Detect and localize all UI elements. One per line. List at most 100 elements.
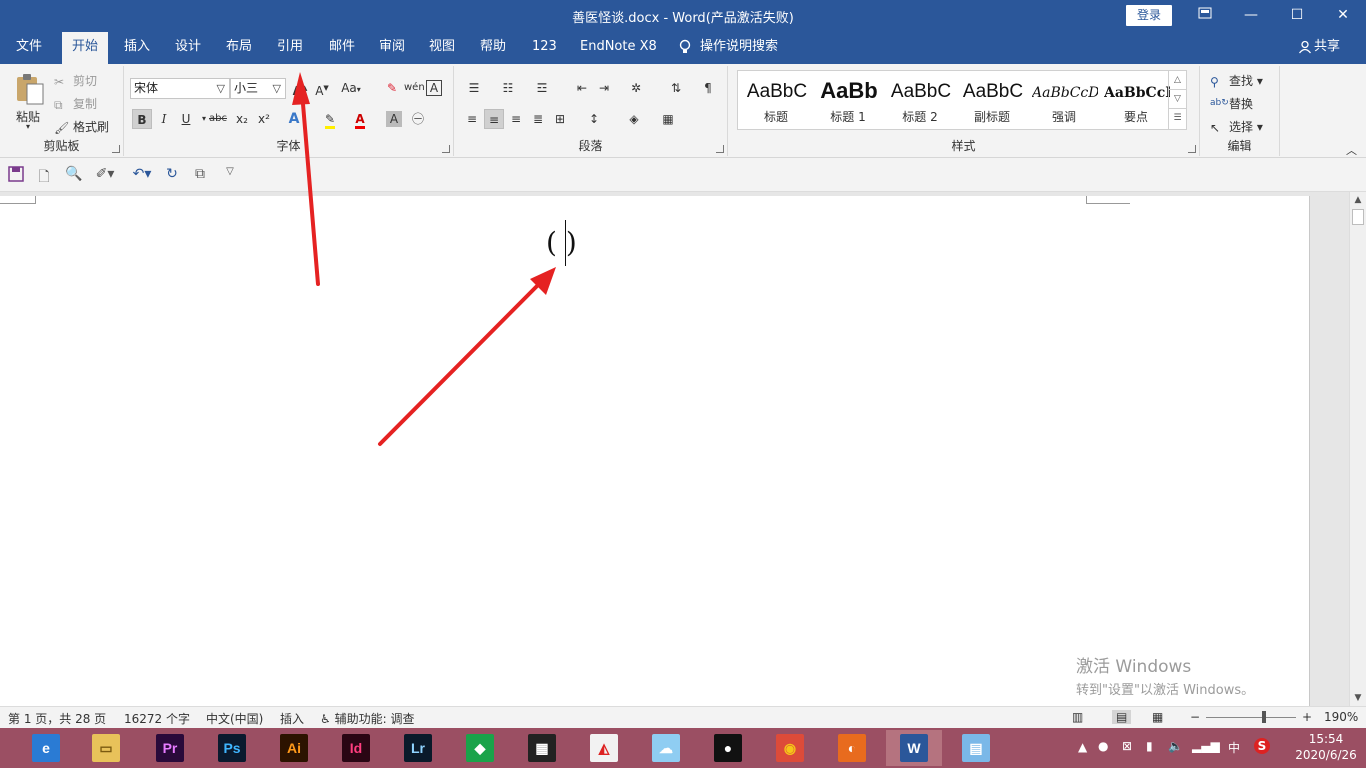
character-shading-icon[interactable]: A <box>386 111 402 127</box>
scroll-down-icon[interactable]: ▼ <box>1350 690 1366 706</box>
style-heading-1[interactable]: AaBb 标题 1 <box>812 71 884 129</box>
style-heading-2[interactable]: AaBbC 标题 2 <box>884 71 956 129</box>
redo-icon[interactable]: ↻ <box>162 166 182 184</box>
customize-qat-icon[interactable]: ▽ <box>220 166 240 184</box>
multilevel-list-icon[interactable]: ☲ <box>532 78 552 98</box>
tab-design[interactable]: 设计 <box>165 32 211 64</box>
bold-button[interactable]: B <box>132 109 152 129</box>
decrease-indent-icon[interactable]: ⇤ <box>572 78 592 98</box>
web-layout-icon[interactable]: ▦ <box>1152 710 1163 724</box>
minimize-button[interactable]: — <box>1228 0 1274 32</box>
taskbar-app[interactable]: ◉ <box>762 730 818 766</box>
gallery-up-icon[interactable]: △ <box>1169 71 1186 90</box>
enclosed-char-icon[interactable]: ㊀ <box>408 109 428 129</box>
copy-pages-icon[interactable]: ⧉ <box>190 166 210 184</box>
increase-indent-icon[interactable]: ⇥ <box>594 78 614 98</box>
taskbar-app[interactable]: Id <box>328 730 384 766</box>
shrink-font-button[interactable]: A▼ <box>312 78 332 98</box>
read-mode-icon[interactable]: ▥ <box>1072 710 1083 724</box>
new-document-icon[interactable]: 🗋 <box>34 166 54 185</box>
tab-view[interactable]: 视图 <box>419 32 465 64</box>
scroll-up-icon[interactable]: ▲ <box>1350 192 1366 208</box>
gallery-more-icon[interactable]: ☰ <box>1169 109 1186 128</box>
clipboard-launcher-icon[interactable] <box>112 145 120 153</box>
collapse-ribbon-icon[interactable]: ︿ <box>1346 142 1357 158</box>
zoom-out-icon[interactable]: − <box>1190 710 1200 724</box>
taskbar-app[interactable]: W <box>886 730 942 766</box>
insert-mode[interactable]: 插入 <box>280 710 304 727</box>
document-page[interactable]: ( ) 激活 Windows 转到"设置"以激活 Windows。 <box>0 196 1310 706</box>
wifi-icon[interactable]: ▂▄▆ <box>1192 739 1220 753</box>
cut-button[interactable]: ✂ 剪切 <box>54 72 97 89</box>
copy-button[interactable]: ⧉ 复制 <box>54 95 97 112</box>
vertical-scrollbar[interactable]: ▲ ▼ <box>1349 192 1366 706</box>
distributed-icon[interactable]: ⊞ <box>550 109 570 129</box>
tab-help[interactable]: 帮助 <box>470 32 516 64</box>
ime-indicator[interactable]: 中 <box>1228 739 1240 756</box>
zoom-slider-thumb[interactable] <box>1262 711 1266 723</box>
taskbar-app[interactable]: ▤ <box>948 730 1004 766</box>
select-button[interactable]: ↖ 选择 ▾ <box>1210 118 1263 135</box>
underline-button[interactable]: U <box>176 109 196 129</box>
maximize-button[interactable]: ☐ <box>1274 0 1320 32</box>
tab-home[interactable]: 开始 <box>62 32 109 64</box>
qq-tray-icon[interactable]: ● <box>1098 739 1108 753</box>
show-marks-icon[interactable]: ¶ <box>698 78 718 98</box>
chinese-layout-icon[interactable]: ✲ <box>626 78 646 98</box>
tab-mailings[interactable]: 邮件 <box>319 32 365 64</box>
tab-references[interactable]: 引用 <box>267 32 313 64</box>
replace-button[interactable]: ab↻替换 <box>1210 95 1253 112</box>
font-launcher-icon[interactable] <box>442 145 450 153</box>
find-button[interactable]: ⚲ 查找 ▾ <box>1210 72 1263 89</box>
phonetic-guide-button[interactable]: wén <box>404 78 425 98</box>
borders-icon[interactable]: ▦ <box>658 109 678 129</box>
strikethrough-button[interactable]: abc <box>208 109 228 129</box>
shading-icon[interactable]: ◈ <box>624 109 644 129</box>
network-tray-icon[interactable]: ⊠ <box>1122 739 1132 753</box>
undo-icon[interactable]: ↶▾ <box>128 166 156 184</box>
save-icon[interactable] <box>6 166 26 184</box>
style-emphasis[interactable]: AaBbCcD 强调 <box>1028 71 1100 129</box>
zoom-level[interactable]: 190% <box>1324 710 1358 724</box>
print-preview-icon[interactable]: 🔍 <box>64 166 84 184</box>
clear-format-icon[interactable]: ✎ <box>382 78 402 98</box>
system-clock[interactable]: 15:54 2020/6/26 <box>1290 731 1362 763</box>
italic-button[interactable]: I <box>154 109 174 129</box>
font-size-combo[interactable]: 小三 ▽ <box>230 78 286 99</box>
change-case-button[interactable]: Aa▾ <box>338 78 364 98</box>
paste-button[interactable]: 粘贴 ▾ <box>10 70 50 131</box>
align-right-icon[interactable]: ≡ <box>506 109 526 129</box>
align-left-icon[interactable]: ≡ <box>462 109 482 129</box>
paragraph-launcher-icon[interactable] <box>716 145 724 153</box>
font-color-icon[interactable]: A <box>350 109 370 129</box>
taskbar-app[interactable]: ◐ <box>824 730 880 766</box>
accessibility-status[interactable]: ♿ 辅助功能: 调查 <box>320 710 414 727</box>
taskbar-app[interactable]: ▭ <box>78 730 134 766</box>
page-count[interactable]: 第 1 页，共 28 页 <box>8 710 106 727</box>
tab-review[interactable]: 审阅 <box>369 32 415 64</box>
taskbar-app[interactable]: e <box>18 730 74 766</box>
login-button[interactable]: 登录 <box>1126 5 1172 26</box>
line-spacing-icon[interactable]: ↕ <box>584 109 604 129</box>
scroll-thumb[interactable] <box>1352 209 1364 225</box>
enclose-character-button[interactable]: A <box>426 80 442 96</box>
taskbar-app[interactable]: ● <box>700 730 756 766</box>
style-strong[interactable]: AaBbCcD 要点 <box>1100 71 1172 129</box>
align-center-icon[interactable]: ≡ <box>484 109 504 129</box>
document-text[interactable]: ( ) <box>546 226 577 259</box>
zoom-slider[interactable] <box>1206 717 1296 718</box>
text-effects-icon[interactable]: A <box>284 109 304 129</box>
taskbar-app[interactable]: ▦ <box>514 730 570 766</box>
tab-layout[interactable]: 布局 <box>216 32 262 64</box>
taskbar-app[interactable]: Ps <box>204 730 260 766</box>
numbering-icon[interactable]: ☷ <box>498 78 518 98</box>
zoom-in-icon[interactable]: + <box>1302 710 1312 724</box>
tab-insert[interactable]: 插入 <box>114 32 160 64</box>
font-name-combo[interactable]: 宋体 ▽ <box>130 78 230 99</box>
grow-font-button[interactable]: A▲ <box>290 78 310 98</box>
format-painter-button[interactable]: 🖌 格式刷 <box>54 118 109 135</box>
taskbar-app[interactable]: ☁ <box>638 730 694 766</box>
taskbar-app[interactable]: Pr <box>142 730 198 766</box>
close-button[interactable]: ✕ <box>1320 0 1366 32</box>
styles-launcher-icon[interactable] <box>1188 145 1196 153</box>
